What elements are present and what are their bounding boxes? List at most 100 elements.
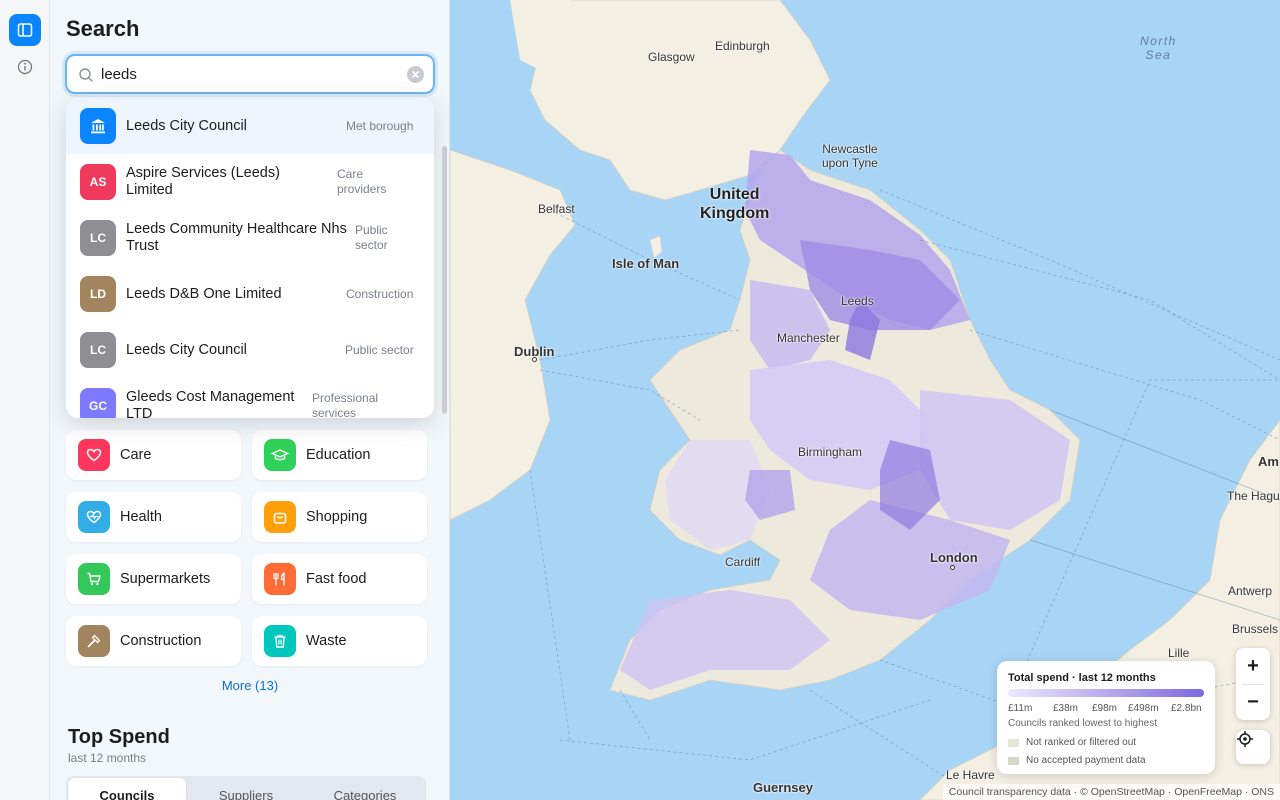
- map-label-antwerp: Antwerp: [1228, 584, 1273, 598]
- category-fast-food[interactable]: Fast food: [252, 554, 427, 604]
- map-label-guernsey: Guernsey: [753, 780, 813, 795]
- legend-row-label: No accepted payment data: [1026, 755, 1146, 766]
- search-result-item[interactable]: LC Leeds City Council Public sector: [66, 322, 434, 378]
- map-label-the-hague: The Hague: [1227, 489, 1280, 503]
- search-icon: [79, 68, 93, 82]
- map-view[interactable]: North Sea Edinburgh Glasgow Newcastle up…: [450, 0, 1280, 800]
- map-label-cardiff: Cardiff: [725, 555, 761, 569]
- result-name: Gleeds Cost Management LTD: [126, 389, 295, 418]
- heart-icon: [78, 439, 110, 471]
- category-label: Care: [120, 447, 152, 463]
- category-label: Shopping: [306, 509, 368, 525]
- trash-icon: [264, 625, 296, 657]
- result-category: Care providers: [337, 167, 387, 196]
- category-supermarkets[interactable]: Supermarkets: [66, 554, 241, 604]
- category-label: Fast food: [306, 571, 367, 587]
- sidebar-icon: [17, 23, 33, 37]
- result-name: Aspire Services (Leeds) Limited: [126, 165, 280, 198]
- info-button[interactable]: [16, 58, 34, 76]
- map-legend: Total spend · last 12 months £11m £38m £…: [997, 661, 1215, 774]
- legend-swatch: [1008, 756, 1019, 765]
- tab-categories[interactable]: Categories: [306, 778, 424, 800]
- map-label-edinburgh: Edinburgh: [715, 39, 770, 53]
- map-attribution[interactable]: Council transparency data · © OpenStreet…: [942, 784, 1280, 800]
- search-input[interactable]: [101, 62, 401, 86]
- legend-tick: £2.8bn: [1171, 703, 1202, 714]
- legend-gradient-bar: [1008, 689, 1204, 697]
- category-education[interactable]: Education: [252, 430, 427, 480]
- bank-icon: [91, 119, 105, 134]
- result-category: Public sector: [355, 223, 388, 252]
- close-icon: [411, 70, 420, 79]
- category-waste[interactable]: Waste: [252, 616, 427, 666]
- search-panel: Search Leeds City Council Met borough AS…: [50, 0, 450, 800]
- fork-knife-icon: [264, 563, 296, 595]
- search-result-item[interactable]: GC Gleeds Cost Management LTD Profession…: [66, 378, 434, 418]
- top-spend-title: Top Spend: [68, 726, 170, 748]
- left-rail: [0, 0, 50, 800]
- search-result-item[interactable]: AS Aspire Services (Leeds) Limited Care …: [66, 154, 434, 210]
- zoom-out-button[interactable]: −: [1236, 684, 1270, 720]
- category-label: Construction: [120, 633, 202, 649]
- result-category: Met borough: [346, 119, 414, 133]
- initials-avatar: GC: [80, 388, 116, 418]
- map-label-brussels: Brussels: [1232, 622, 1279, 636]
- cart-icon: [78, 563, 110, 595]
- map-label-newcastle: Newcastle upon Tyne: [822, 142, 878, 170]
- map-label-glasgow: Glasgow: [648, 50, 695, 64]
- map-label-birmingham: Birmingham: [798, 445, 863, 459]
- zoom-controls: + −: [1236, 648, 1270, 720]
- tab-councils[interactable]: Councils: [68, 778, 186, 800]
- search-box[interactable]: [65, 54, 435, 94]
- category-label: Education: [306, 447, 371, 463]
- legend-tick: £11m: [1008, 703, 1033, 714]
- search-result-item[interactable]: LD Leeds D&B One Limited Construction: [66, 266, 434, 322]
- legend-row-no-data: No accepted payment data: [1008, 755, 1146, 766]
- category-construction[interactable]: Construction: [66, 616, 241, 666]
- panel-title: Search: [66, 16, 140, 41]
- category-label: Supermarkets: [120, 571, 211, 587]
- locate-button[interactable]: [1236, 730, 1270, 764]
- result-category: Public sector: [345, 343, 414, 357]
- health-heart-icon: [78, 501, 110, 533]
- sidebar-toggle-button[interactable]: [9, 14, 41, 46]
- legend-title: Total spend · last 12 months: [1008, 672, 1156, 684]
- clear-search-button[interactable]: [407, 66, 424, 83]
- map-label-london: London: [930, 550, 978, 565]
- legend-tick: £98m: [1092, 703, 1118, 714]
- top-spend-segmented-control: Councils Suppliers Categories: [66, 776, 426, 800]
- result-name: Leeds City Council: [126, 342, 247, 358]
- category-label: Health: [120, 509, 162, 525]
- search-result-item[interactable]: LC Leeds Community Healthcare Nhs Trust …: [66, 210, 434, 266]
- map-label-isle-of-man: Isle of Man: [612, 256, 680, 271]
- locate-icon: [1237, 731, 1253, 747]
- search-result-item[interactable]: Leeds City Council Met borough: [66, 98, 434, 154]
- category-shopping[interactable]: Shopping: [252, 492, 427, 542]
- legend-row-not-ranked: Not ranked or filtered out: [1008, 737, 1136, 748]
- map-label-united-kingdom: United Kingdom: [700, 186, 770, 222]
- tab-suppliers[interactable]: Suppliers: [187, 778, 305, 800]
- map-label-lille: Lille: [1168, 646, 1190, 660]
- result-category: Construction: [346, 287, 414, 301]
- result-category: Professional services: [312, 391, 379, 418]
- result-name: Leeds D&B One Limited: [126, 286, 282, 302]
- city-dot: [950, 565, 955, 570]
- shopping-bag-icon: [264, 501, 296, 533]
- map-label-manchester: Manchester: [777, 331, 840, 345]
- map-label-le-havre: Le Havre: [946, 768, 995, 782]
- legend-row-label: Not ranked or filtered out: [1026, 737, 1137, 748]
- map-label-north-sea: North Sea: [1140, 34, 1177, 62]
- initials-avatar: AS: [80, 164, 116, 200]
- zoom-in-button[interactable]: +: [1236, 648, 1270, 684]
- city-dot: [532, 357, 537, 362]
- category-health[interactable]: Health: [66, 492, 241, 542]
- category-care[interactable]: Care: [66, 430, 241, 480]
- more-categories-link[interactable]: More (13): [50, 678, 449, 693]
- legend-tick: £498m: [1128, 703, 1159, 714]
- council-badge: [80, 108, 116, 144]
- legend-note: Councils ranked lowest to highest: [1008, 718, 1157, 729]
- dropdown-scrollbar[interactable]: [442, 146, 447, 414]
- legend-tick: £38m: [1053, 703, 1079, 714]
- result-name: Leeds Community Healthcare Nhs Trust: [126, 221, 347, 254]
- top-spend-subtitle: last 12 months: [68, 751, 147, 765]
